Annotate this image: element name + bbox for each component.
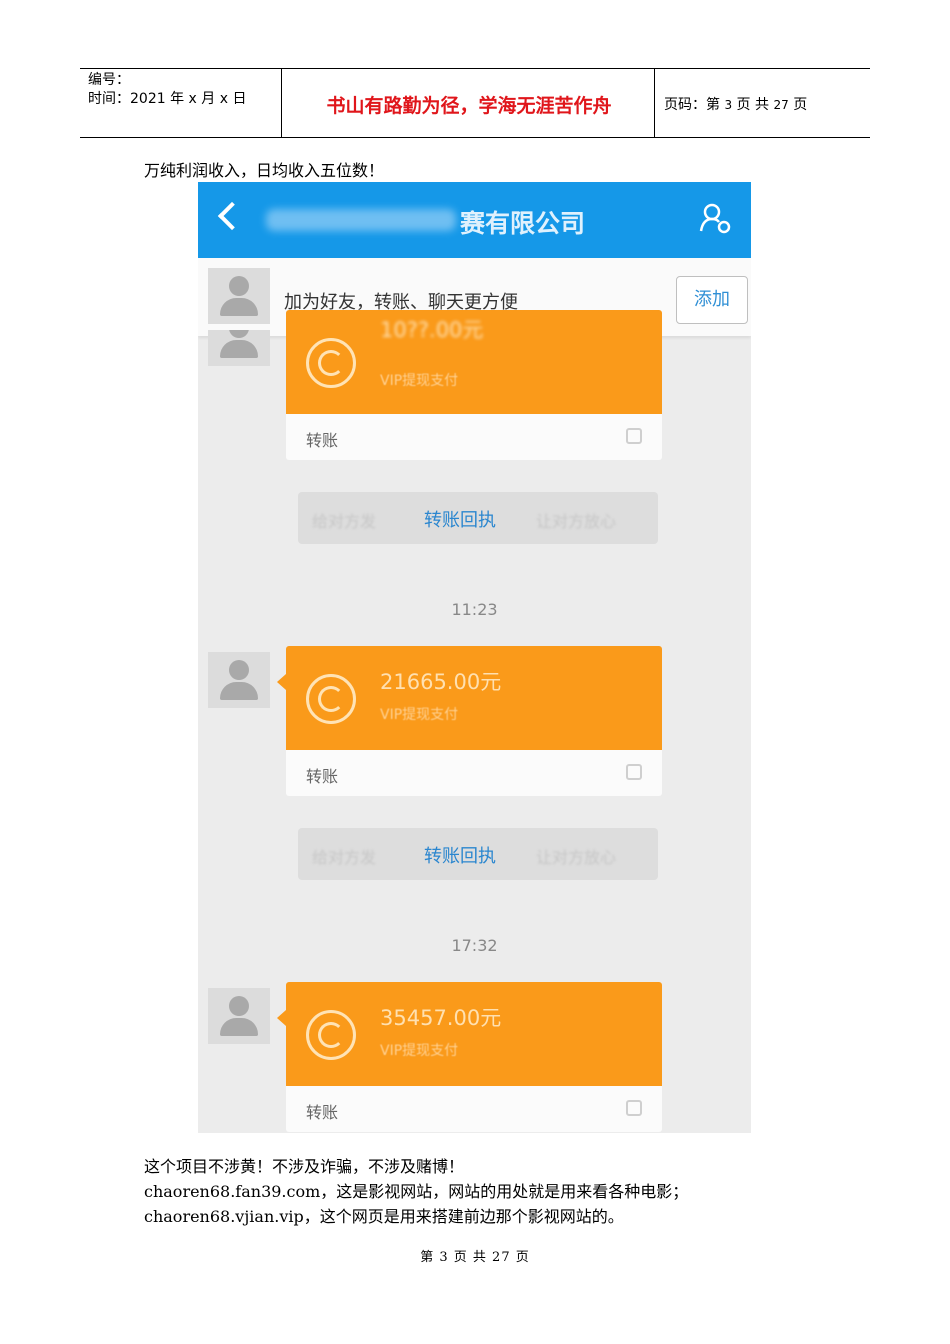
page-suffix: 页 <box>793 97 808 113</box>
transfer-label: 转账 <box>306 431 339 450</box>
transfer-subtitle: VIP提现支付 <box>380 373 459 389</box>
transfer-amount: 21665.00元 <box>380 670 502 694</box>
transfer-subtitle: VIP提现支付 <box>380 707 459 723</box>
transfer-label: 转账 <box>306 1103 339 1122</box>
transfer-amount: 10??.00元 <box>380 318 484 342</box>
chat-topbar: 赛有限公司 <box>198 182 751 258</box>
transfer-coin-icon <box>306 1010 356 1060</box>
chat-timestamp: 17:32 <box>451 936 498 955</box>
transfer-card-body: 21665.00元 VIP提现支付 <box>277 646 662 750</box>
transfer-card-footer: 转账 <box>286 750 662 796</box>
transfer-card[interactable]: 21665.00元 VIP提现支付 转账 <box>277 646 662 796</box>
document-header: 编号： 时间：2021 年 x 月 x 日 书山有路勤为径，学海无涯苦作舟 页码… <box>80 68 870 138</box>
header-motto: 书山有路勤为径，学海无涯苦作舟 <box>326 95 612 117</box>
transfer-card-body: 35457.00元 VIP提现支付 <box>277 982 662 1086</box>
receipt-right-text: 让对方放心 <box>536 848 617 867</box>
receipt-left-text: 给对方发 <box>312 848 377 867</box>
sender-avatar <box>208 330 270 366</box>
avatar <box>208 268 270 324</box>
receipt-link[interactable]: 转账回执 <box>424 842 496 868</box>
sender-avatar <box>208 652 270 708</box>
body-line-1: 这个项目不涉黄！不涉及诈骗，不涉及赌博！ <box>144 1157 465 1176</box>
transfer-card-footer: 转账 <box>286 414 662 460</box>
transfer-card-footer: 转账 <box>286 1086 662 1132</box>
transfer-card-body: 10??.00元 VIP提现支付 <box>286 310 662 414</box>
receipt-right-text: 让对方放心 <box>536 512 617 531</box>
blurred-title <box>266 209 456 231</box>
chat-title: 赛有限公司 <box>460 209 586 238</box>
profile-settings-icon[interactable] <box>699 202 731 234</box>
receipt-left-text: 给对方发 <box>312 512 377 531</box>
transfer-screenshot: 赛有限公司 加为好友，转账、聊天更方便 添加 10??.00元 VIP提现支付 … <box>198 182 751 1133</box>
transfer-mini-icon <box>626 428 642 444</box>
number-label: 编号： <box>88 72 130 88</box>
transfer-mini-icon <box>626 764 642 780</box>
page-prefix: 页码：第 <box>664 97 720 113</box>
chat-timestamp: 11:23 <box>451 600 498 619</box>
transfer-card[interactable]: 10??.00元 VIP提现支付 转账 <box>286 310 662 460</box>
page-mid: 页 共 <box>736 97 769 113</box>
receipt-link[interactable]: 转账回执 <box>424 506 496 532</box>
transfer-coin-icon <box>306 674 356 724</box>
page-current: 3 <box>724 98 733 112</box>
back-arrow-icon[interactable] <box>217 201 247 231</box>
transfer-coin-icon <box>306 338 356 388</box>
add-friend-button[interactable]: 添加 <box>676 276 748 324</box>
transfer-label: 转账 <box>306 767 339 786</box>
page-footer: 第 3 页 共 27 页 <box>420 1250 530 1265</box>
body-line-3: chaoren68.vjian.vip，这个网页是用来搭建前边那个影视网站的。 <box>144 1207 624 1226</box>
transfer-subtitle: VIP提现支付 <box>380 1043 459 1059</box>
transfer-card[interactable]: 35457.00元 VIP提现支付 转账 <box>277 982 662 1132</box>
header-divider <box>281 69 282 137</box>
transfer-mini-icon <box>626 1100 642 1116</box>
intro-paragraph: 万纯利润收入，日均收入五位数！ <box>144 161 385 180</box>
sender-avatar <box>208 988 270 1044</box>
transfer-amount: 35457.00元 <box>380 1006 502 1030</box>
header-page-info: 页码：第 3 页 共 27 页 <box>664 94 807 114</box>
receipt-notice: 给对方发 转账回执 让对方放心 <box>298 492 658 544</box>
header-meta: 编号： 时间：2021 年 x 月 x 日 <box>88 71 246 109</box>
page-total: 27 <box>773 98 789 112</box>
date-label: 时间：2021 年 x 月 x 日 <box>88 91 247 107</box>
receipt-notice: 给对方发 转账回执 让对方放心 <box>298 828 658 880</box>
body-line-2: chaoren68.fan39.com，这是影视网站，网站的用处就是用来看各种电… <box>144 1182 689 1201</box>
